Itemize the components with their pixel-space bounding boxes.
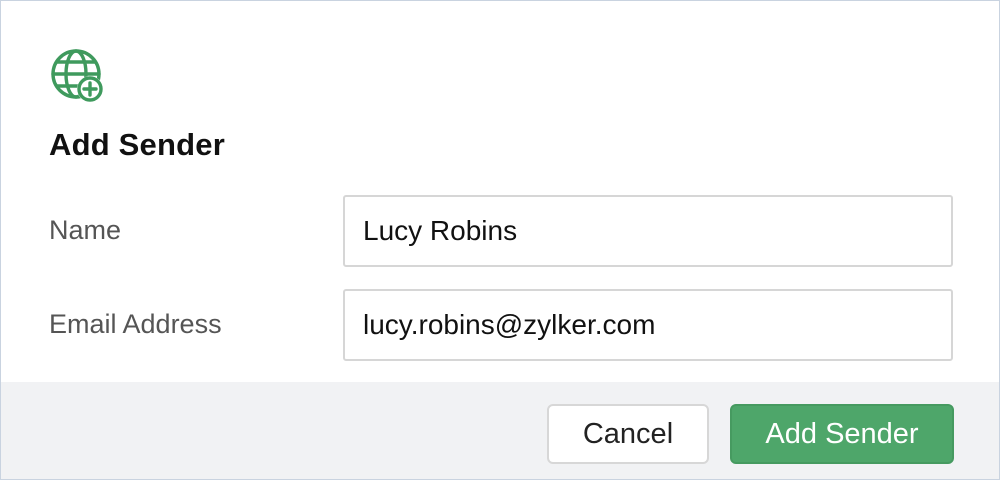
name-label: Name [49, 215, 122, 245]
add-sender-button[interactable]: Add Sender [730, 404, 954, 464]
dialog-title: Add Sender [49, 127, 225, 162]
email-address-label: Email Address [49, 309, 222, 339]
name-input[interactable] [343, 195, 953, 267]
cancel-button[interactable]: Cancel [547, 404, 709, 464]
email-address-input[interactable] [343, 289, 953, 361]
add-sender-dialog: Add Sender Name Email Address Cancel Add… [0, 0, 1000, 480]
globe-add-icon [49, 49, 107, 105]
